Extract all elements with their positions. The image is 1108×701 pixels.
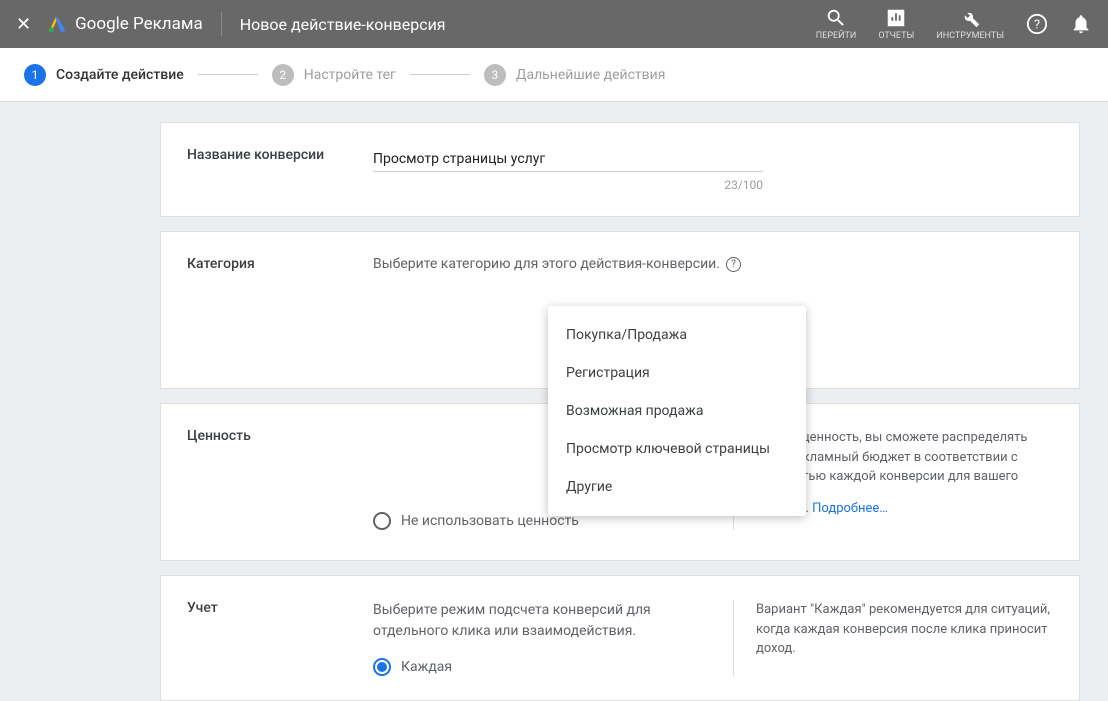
nav-tools[interactable]: ИНСТРУМЕНТЫ xyxy=(936,7,1004,41)
google-ads-logo-icon xyxy=(47,14,67,34)
help-icon[interactable]: ? xyxy=(1026,13,1048,35)
nav-tools-label: ИНСТРУМЕНТЫ xyxy=(936,31,1004,41)
step-connector xyxy=(410,74,470,75)
step-1-number: 1 xyxy=(24,64,46,86)
radio-each-label: Каждая xyxy=(401,659,452,675)
dd-option-lead[interactable]: Возможная продажа xyxy=(548,392,806,430)
dd-option-other[interactable]: Другие xyxy=(548,468,806,506)
char-counter: 23/100 xyxy=(373,178,763,192)
close-icon[interactable]: ✕ xyxy=(16,14,47,35)
dd-option-purchase[interactable]: Покупка/Продажа xyxy=(548,316,806,354)
step-1-label: Создайте действие xyxy=(56,67,184,83)
value-label: Ценность xyxy=(187,428,373,530)
help-icon[interactable]: ? xyxy=(726,257,741,272)
conversion-name-input[interactable] xyxy=(373,147,763,172)
step-1[interactable]: 1 Создайте действие xyxy=(24,64,184,86)
nav-reports-label: ОТЧЕТЫ xyxy=(878,31,914,41)
toolbar-right: ПЕРЕЙТИ ОТЧЕТЫ ИНСТРУМЕНТЫ ? xyxy=(816,7,1092,41)
card-count: Учет Выберите режим подсчета конверсий д… xyxy=(160,575,1080,701)
product-name: Google Реклама xyxy=(75,14,203,34)
wrench-icon xyxy=(959,7,981,29)
count-hint: Выберите режим подсчета конверсий для от… xyxy=(373,600,711,642)
logo[interactable]: Google Реклама xyxy=(47,14,203,34)
category-dropdown: Покупка/Продажа Регистрация Возможная пр… xyxy=(548,306,806,516)
count-side-note: Вариант "Каждая" рекомендуется для ситуа… xyxy=(733,600,1053,676)
count-note-text: Вариант "Каждая" рекомендуется для ситуа… xyxy=(756,602,1050,656)
divider xyxy=(221,12,222,36)
category-label: Категория xyxy=(187,256,373,272)
radio-each[interactable]: Каждая xyxy=(373,658,711,676)
search-icon xyxy=(825,7,847,29)
value-learn-more-link[interactable]: Подробнее… xyxy=(812,499,888,519)
count-label: Учет xyxy=(187,600,373,676)
chart-icon xyxy=(885,7,907,29)
card-conversion-name: Название конверсии 23/100 xyxy=(160,122,1080,217)
dd-option-pageview[interactable]: Просмотр ключевой страницы xyxy=(548,430,806,468)
nav-reports[interactable]: ОТЧЕТЫ xyxy=(878,7,914,41)
page-title: Новое действие-конверсия xyxy=(240,15,446,34)
step-2[interactable]: 2 Настройте тег xyxy=(272,64,396,86)
step-3-number: 3 xyxy=(484,64,506,86)
svg-text:?: ? xyxy=(1034,18,1040,33)
nav-search-label: ПЕРЕЙТИ xyxy=(816,31,857,41)
bell-icon[interactable] xyxy=(1070,13,1092,35)
step-2-label: Настройте тег xyxy=(304,67,396,83)
step-2-number: 2 xyxy=(272,64,294,86)
category-hint: Выберите категорию для этого действия-ко… xyxy=(373,256,720,272)
step-bar: 1 Создайте действие 2 Настройте тег 3 Да… xyxy=(0,48,1108,102)
conversion-name-label: Название конверсии xyxy=(187,147,373,192)
top-bar: ✕ Google Реклама Новое действие-конверси… xyxy=(0,0,1108,48)
radio-checked-icon xyxy=(373,658,391,676)
nav-search[interactable]: ПЕРЕЙТИ xyxy=(816,7,857,41)
dd-option-signup[interactable]: Регистрация xyxy=(548,354,806,392)
step-3-label: Дальнейшие действия xyxy=(516,67,666,83)
step-3[interactable]: 3 Дальнейшие действия xyxy=(484,64,666,86)
step-connector xyxy=(198,74,258,75)
radio-icon xyxy=(373,512,391,530)
